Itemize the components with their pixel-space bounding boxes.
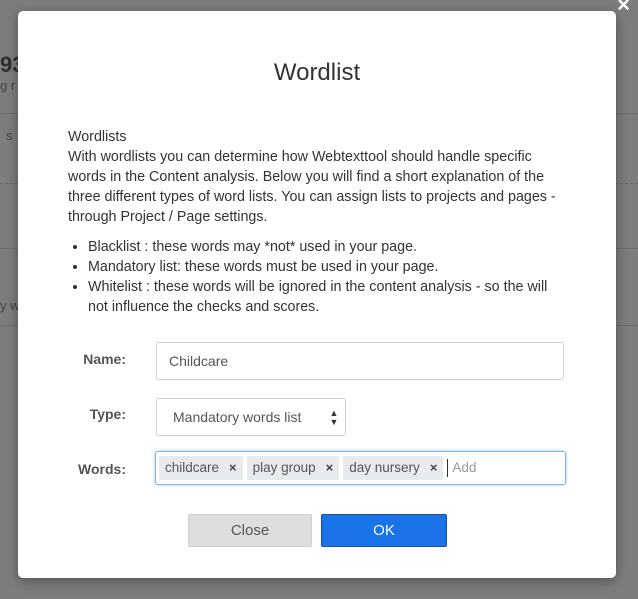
remove-tag-icon[interactable]: × [229, 456, 237, 480]
close-icon[interactable]: × [617, 0, 630, 16]
name-label: Name: [83, 351, 126, 367]
remove-tag-icon[interactable]: × [430, 456, 438, 480]
words-label: Words: [78, 461, 126, 477]
background-caption: g r [0, 78, 16, 93]
list-item: Mandatory list: these words must be used… [88, 257, 568, 277]
dialog-description: Wordlists With wordlists you can determi… [68, 127, 568, 317]
wordlist-dialog: Wordlist Wordlists With wordlists you ca… [18, 11, 616, 578]
select-caret-icon: ▲▼ [329, 408, 339, 426]
word-tag: play group × [246, 456, 340, 480]
add-word-input[interactable] [447, 459, 535, 477]
word-tag-label: play group [252, 460, 316, 475]
type-label: Type: [89, 406, 126, 422]
word-tag-label: childcare [165, 460, 220, 475]
background-row-text: y w [0, 298, 20, 313]
intro-heading: Wordlists [68, 129, 127, 145]
type-selected-value: Mandatory words list [173, 409, 302, 425]
background-column-label: s [6, 128, 13, 143]
close-button[interactable]: Close [188, 514, 312, 547]
words-tag-input[interactable]: childcare × play group × day nursery × [155, 451, 566, 485]
word-tag: childcare × [159, 456, 243, 480]
list-types: Blacklist : these words may *not* used i… [68, 237, 568, 317]
type-select[interactable]: Mandatory words list ▲▼ [156, 398, 346, 436]
word-tag: day nursery × [343, 456, 444, 480]
remove-tag-icon[interactable]: × [326, 456, 334, 480]
list-item: Whitelist : these words will be ignored … [88, 277, 568, 317]
list-item: Blacklist : these words may *not* used i… [88, 237, 568, 257]
dialog-title: Wordlist [273, 59, 361, 86]
ok-button[interactable]: OK [321, 514, 447, 547]
name-input[interactable]: Childcare [156, 342, 564, 380]
word-tag-label: day nursery [349, 460, 420, 475]
intro-text: With wordlists you can determine how Web… [68, 149, 556, 225]
